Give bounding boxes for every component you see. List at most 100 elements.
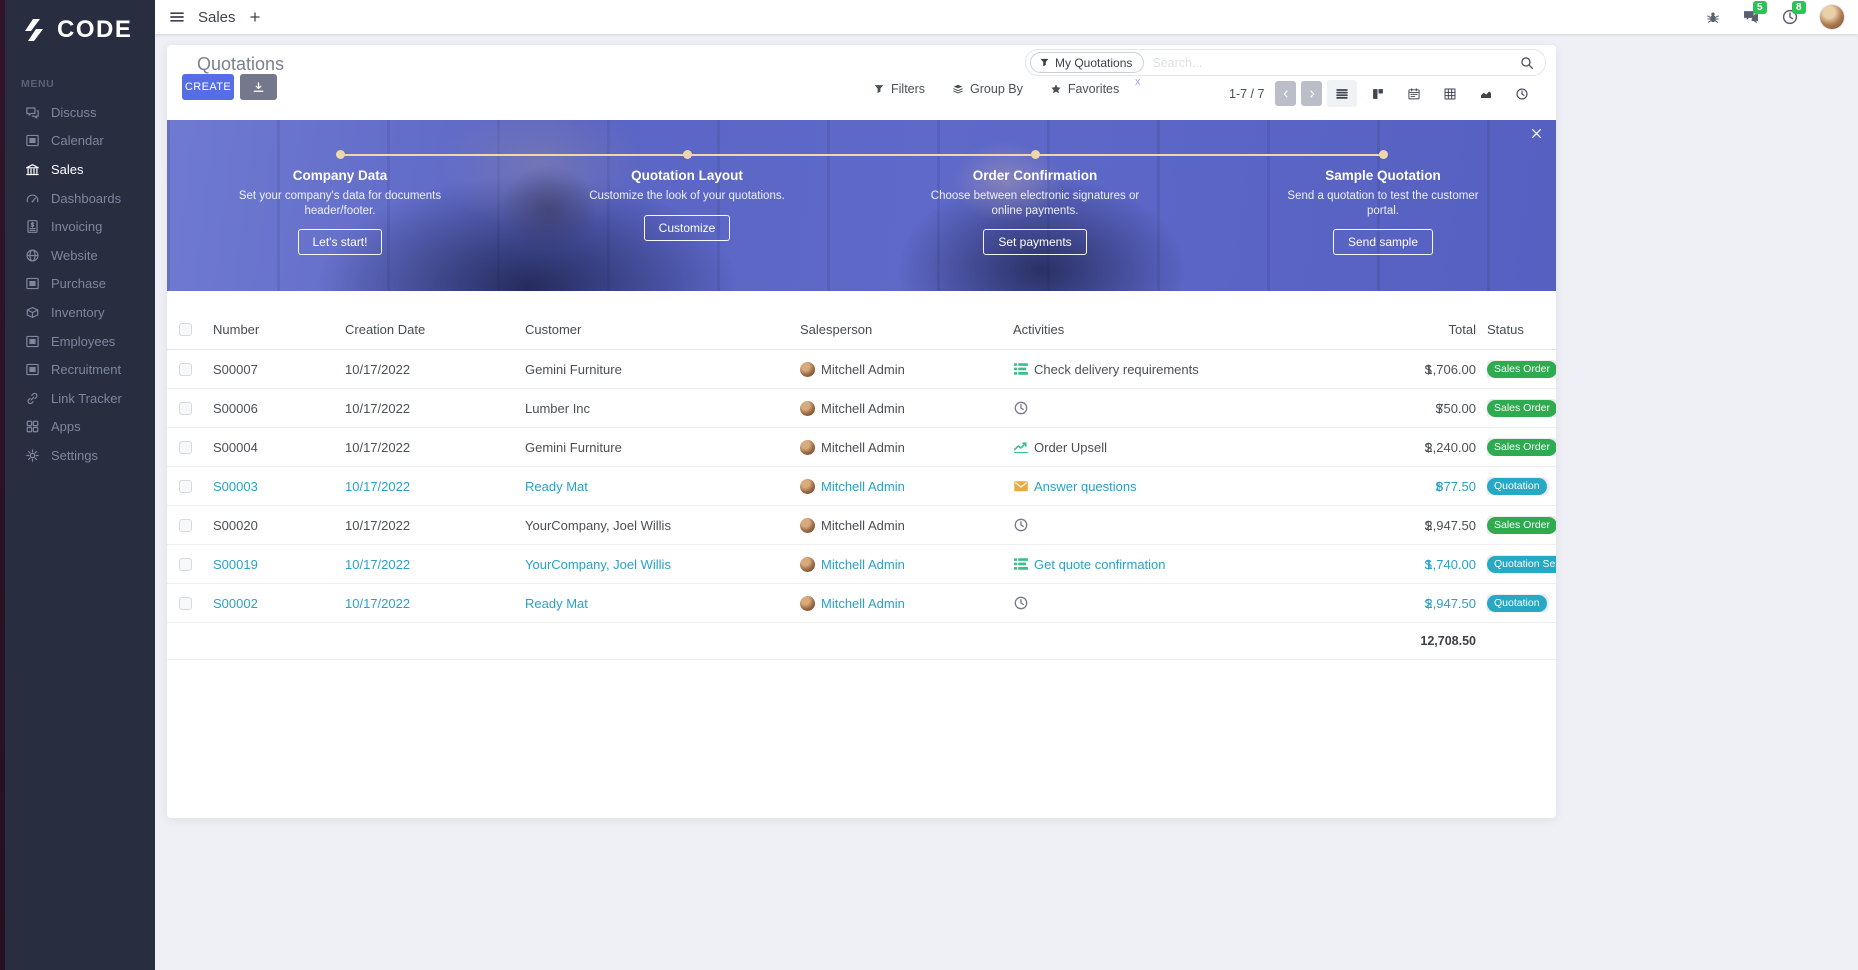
row-creation-date: 10/17/2022 xyxy=(333,440,513,455)
sidebar-item-sales[interactable]: Sales xyxy=(0,155,155,184)
step-action-button[interactable]: Set payments xyxy=(983,229,1086,255)
step-title: Sample Quotation xyxy=(1253,168,1513,183)
salesperson-name: Mitchell Admin xyxy=(821,596,905,611)
activities-button[interactable]: 8 xyxy=(1781,8,1799,26)
activity-chart-icon[interactable] xyxy=(1013,439,1029,455)
step-description: Send a quotation to test the customer po… xyxy=(1277,189,1489,218)
status-badge: Sales Order xyxy=(1487,439,1556,456)
search-input[interactable] xyxy=(1144,56,1520,70)
sidebar-item-calendar[interactable]: Calendar xyxy=(0,127,155,156)
main-content: Quotations My Quotations x CREATE Filter… xyxy=(155,34,1858,970)
header-creation-date[interactable]: Creation Date xyxy=(333,322,513,337)
export-button[interactable] xyxy=(240,74,277,100)
activity-tasks-icon[interactable] xyxy=(1013,556,1029,572)
sidebar-item-invoicing[interactable]: Invoicing xyxy=(0,212,155,241)
app-logo[interactable]: CODE xyxy=(0,0,155,44)
row-total: $877.50 xyxy=(1309,479,1476,494)
header-total[interactable]: Total xyxy=(1309,322,1476,337)
sidebar-item-dashboards[interactable]: Dashboards xyxy=(0,184,155,213)
sidebar-item-purchase[interactable]: Purchase xyxy=(0,270,155,299)
activity-clock-icon[interactable] xyxy=(1013,517,1029,533)
row-salesperson: Mitchell Admin xyxy=(800,557,1013,572)
row-number: S00003 xyxy=(201,479,333,494)
row-number: S00006 xyxy=(201,401,333,416)
row-checkbox[interactable] xyxy=(179,402,192,415)
view-kanban-button[interactable] xyxy=(1363,80,1393,107)
sidebar: CODE MENU DiscussCalendarSalesDashboards… xyxy=(0,0,155,970)
create-button[interactable]: CREATE xyxy=(182,74,234,100)
activity-tasks-icon[interactable] xyxy=(1013,361,1029,377)
table-row[interactable]: S0000410/17/2022Gemini FurnitureMitchell… xyxy=(167,428,1556,467)
breadcrumb[interactable]: Sales xyxy=(198,9,236,26)
activity-clock-icon[interactable] xyxy=(1013,400,1029,416)
hamburger-menu-icon[interactable] xyxy=(169,9,185,25)
row-creation-date: 10/17/2022 xyxy=(333,479,513,494)
row-checkbox[interactable] xyxy=(179,363,192,376)
table-header-row: Number Creation Date Customer Salesperso… xyxy=(167,310,1556,350)
favorites-button[interactable]: Favorites xyxy=(1050,82,1119,96)
search-icon[interactable] xyxy=(1520,56,1534,70)
window-edge-strip xyxy=(0,0,5,970)
activity-mail-icon[interactable] xyxy=(1013,478,1029,494)
step-action-button[interactable]: Send sample xyxy=(1333,229,1433,255)
favorites-label: Favorites xyxy=(1068,82,1119,96)
row-checkbox[interactable] xyxy=(179,597,192,610)
sidebar-item-settings[interactable]: Settings xyxy=(0,441,155,470)
header-status[interactable]: Status xyxy=(1487,322,1556,337)
sidebar-item-apps[interactable]: Apps xyxy=(0,413,155,442)
sidebar-item-recruitment[interactable]: Recruitment xyxy=(0,355,155,384)
row-checkbox[interactable] xyxy=(179,558,192,571)
step-action-button[interactable]: Let's start! xyxy=(298,229,383,255)
table-row[interactable]: S0000710/17/2022Gemini FurnitureMitchell… xyxy=(167,350,1556,389)
view-pivot-button[interactable] xyxy=(1435,80,1465,107)
currency-symbol: $ xyxy=(1425,518,1432,533)
messages-button[interactable]: 5 xyxy=(1742,8,1760,26)
logo-icon xyxy=(18,18,50,42)
table-row[interactable]: S0001910/17/2022YourCompany, Joel Willis… xyxy=(167,545,1556,584)
search-facet[interactable]: My Quotations xyxy=(1030,52,1144,73)
sidebar-item-link-tracker[interactable]: Link Tracker xyxy=(0,384,155,413)
row-checkbox[interactable] xyxy=(179,519,192,532)
sidebar-item-employees[interactable]: Employees xyxy=(0,327,155,356)
row-activity: Order Upsell xyxy=(1013,439,1309,455)
header-salesperson[interactable]: Salesperson xyxy=(800,322,1013,337)
table-row[interactable]: S0000610/17/2022Lumber IncMitchell Admin… xyxy=(167,389,1556,428)
view-calendar-button[interactable] xyxy=(1399,80,1429,107)
header-customer[interactable]: Customer xyxy=(513,322,800,337)
row-number: S00002 xyxy=(201,596,333,611)
table-row[interactable]: S0000210/17/2022Ready MatMitchell Admin$… xyxy=(167,584,1556,623)
row-checkbox[interactable] xyxy=(179,441,192,454)
banner-close-icon[interactable] xyxy=(1530,127,1543,140)
group-by-button[interactable]: Group By xyxy=(952,82,1023,96)
view-graph-button[interactable] xyxy=(1471,80,1501,107)
view-list-button[interactable] xyxy=(1327,80,1357,107)
star-icon xyxy=(1050,83,1062,95)
sidebar-item-website[interactable]: Website xyxy=(0,241,155,270)
row-status: Sales Order xyxy=(1487,438,1556,456)
currency-symbol: $ xyxy=(1425,440,1432,455)
list-view-icon xyxy=(1335,87,1349,101)
table-row[interactable]: S0002010/17/2022YourCompany, Joel Willis… xyxy=(167,506,1556,545)
filters-button[interactable]: Filters xyxy=(873,82,925,96)
pager-range: 1-7 / 7 xyxy=(1229,87,1264,101)
header-number[interactable]: Number xyxy=(201,322,333,337)
facet-remove-icon[interactable]: x xyxy=(1135,76,1141,88)
pager-previous-button[interactable] xyxy=(1275,81,1296,106)
header-activities[interactable]: Activities xyxy=(1013,322,1309,337)
bug-icon[interactable] xyxy=(1705,9,1721,25)
activity-clock-icon[interactable] xyxy=(1013,595,1029,611)
sidebar-item-label: Dashboards xyxy=(51,191,121,206)
row-checkbox[interactable] xyxy=(179,480,192,493)
user-avatar[interactable] xyxy=(1820,5,1844,29)
view-activity-button[interactable] xyxy=(1507,80,1537,107)
select-all-checkbox[interactable] xyxy=(179,323,192,336)
new-tab-plus-icon[interactable] xyxy=(249,11,261,23)
pager-next-button[interactable] xyxy=(1301,81,1322,106)
status-badge: Sales Order xyxy=(1487,517,1556,534)
sidebar-item-inventory[interactable]: Inventory xyxy=(0,298,155,327)
sidebar-item-discuss[interactable]: Discuss xyxy=(0,98,155,127)
table-row[interactable]: S0000310/17/2022Ready MatMitchell AdminA… xyxy=(167,467,1556,506)
step-action-button[interactable]: Customize xyxy=(644,215,731,241)
quotations-card: Quotations My Quotations x CREATE Filter… xyxy=(167,45,1556,818)
status-badge: Quotation Sent xyxy=(1487,556,1556,573)
